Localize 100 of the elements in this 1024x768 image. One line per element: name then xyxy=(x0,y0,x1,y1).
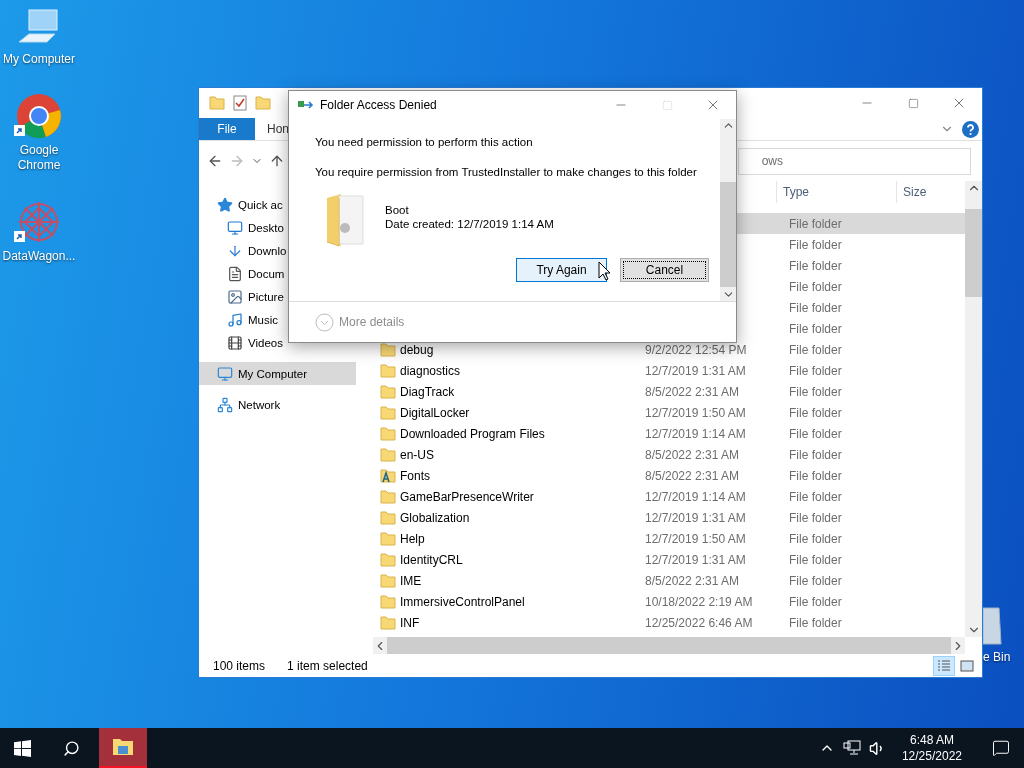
type-cell-text: File folder xyxy=(789,342,843,357)
computer-icon xyxy=(217,365,233,382)
file-row[interactable]: DigitalLocker 12/7/2019 1:50 AM File folder xyxy=(373,402,965,423)
nav-item[interactable]: My Computer xyxy=(199,362,356,385)
forward-arrow-icon xyxy=(229,153,245,169)
nav-item[interactable]: Downlo xyxy=(199,239,356,262)
file-name: Fonts xyxy=(400,468,431,483)
file-row[interactable]: Downloaded Program Files 12/7/2019 1:14 AM File folder xyxy=(373,423,965,444)
file-menu-tab[interactable]: File xyxy=(199,118,255,140)
type-cell-text: File folder xyxy=(789,237,843,252)
details-view-button[interactable] xyxy=(933,655,955,676)
date-cell-text: 8/5/2022 2:31 AM xyxy=(645,573,741,588)
folder-icon xyxy=(380,573,396,588)
maximize-icon xyxy=(661,99,673,111)
file-name: GameBarPresenceWriter xyxy=(400,489,535,504)
dialog-title: Folder Access Denied xyxy=(320,98,437,112)
dialog-detail: You require permission from TrustedInstaller to make changes to this folder xyxy=(315,165,698,179)
folder-icon xyxy=(209,96,225,110)
network-icon xyxy=(217,396,233,413)
nav-item[interactable]: Network xyxy=(199,393,356,416)
folder-icon xyxy=(255,96,271,110)
star-icon xyxy=(217,196,233,213)
more-details-button[interactable]: More details xyxy=(315,312,405,332)
nav-item[interactable]: Deskto xyxy=(199,216,356,239)
file-name: IME xyxy=(400,573,423,588)
folder-icon xyxy=(380,384,396,399)
date-cell-text: 12/7/2019 1:14 AM xyxy=(645,426,747,441)
selection-count: 1 item selected xyxy=(287,658,368,673)
folder-move-icon xyxy=(298,99,314,111)
type-cell-text: File folder xyxy=(789,573,843,588)
file-row[interactable]: en-US 8/5/2022 2:31 AM File folder xyxy=(373,444,965,465)
file-name: DigitalLocker xyxy=(400,405,471,420)
clock[interactable]: 6:48 AM 12/25/2022 xyxy=(893,732,970,764)
date-cell-text: 12/7/2019 1:14 AM xyxy=(645,489,747,504)
nav-item[interactable]: Picture xyxy=(199,285,356,308)
file-name: IdentityCRL xyxy=(400,552,464,567)
type-cell-text: File folder xyxy=(789,384,843,399)
search-field[interactable]: ows xyxy=(738,147,971,175)
cancel-button[interactable]: Cancel xyxy=(620,258,709,282)
file-row[interactable]: diagnostics 12/7/2019 1:31 AM File folder xyxy=(373,360,965,381)
column-header[interactable]: Size xyxy=(896,181,956,203)
search-icon xyxy=(63,739,80,757)
date-cell-text: 12/7/2019 1:50 AM xyxy=(645,531,747,546)
file-name: debug xyxy=(400,342,435,357)
network-icon[interactable] xyxy=(842,740,861,756)
up-button[interactable] xyxy=(269,153,285,169)
try-again-button[interactable]: Try Again xyxy=(516,258,607,282)
speech-bubble-icon xyxy=(992,739,1010,757)
nav-item[interactable]: Videos xyxy=(199,331,356,354)
file-row[interactable]: GameBarPresenceWriter 12/7/2019 1:14 AM File folder xyxy=(373,486,965,507)
folder-icon xyxy=(112,738,134,756)
nav-item[interactable]: Quick ac xyxy=(199,193,356,216)
dialog-message: You need permission to perform this action xyxy=(315,135,534,149)
file-row[interactable]: INF 12/25/2022 6:46 AM File folder xyxy=(373,612,965,633)
folder-icon xyxy=(380,615,396,630)
date-cell-text: 8/5/2022 2:31 AM xyxy=(645,447,741,462)
folder-icon xyxy=(380,489,396,504)
folder-icon xyxy=(380,363,396,378)
file-row[interactable]: Fonts 8/5/2022 2:31 AM File folder xyxy=(373,465,965,486)
folder-icon xyxy=(380,594,396,609)
file-row[interactable]: IdentityCRL 12/7/2019 1:31 AM File folder xyxy=(373,549,965,570)
item-name: Boot xyxy=(385,203,410,217)
file-name: DiagTrack xyxy=(400,384,456,399)
date-cell-text: 10/18/2022 2:19 AM xyxy=(645,594,754,609)
folder-icon xyxy=(380,510,396,525)
type-cell-text: File folder xyxy=(789,216,843,231)
file-row[interactable]: debug 9/2/2022 12:54 PM File folder xyxy=(373,339,965,360)
date-cell-text: 12/7/2019 1:31 AM xyxy=(645,363,747,378)
file-row[interactable]: DiagTrack 8/5/2022 2:31 AM File folder xyxy=(373,381,965,402)
date-cell-text: 8/5/2022 2:31 AM xyxy=(645,384,741,399)
file-row[interactable]: Globalization 12/7/2019 1:31 AM File folder xyxy=(373,507,965,528)
details-list-icon xyxy=(937,659,951,672)
column-header[interactable]: Type xyxy=(776,181,896,203)
vertical-scrollbar-thumb[interactable] xyxy=(965,209,982,297)
ribbon-tab[interactable]: Hon xyxy=(255,118,301,140)
chrome-logo-icon xyxy=(16,93,62,139)
type-cell-text: File folder xyxy=(789,552,843,567)
type-cell-text: File folder xyxy=(789,426,843,441)
horizontal-scrollbar-thumb[interactable] xyxy=(387,637,951,654)
type-cell-text: File folder xyxy=(789,531,843,546)
circled-chevron-icon xyxy=(315,312,334,332)
film-icon xyxy=(227,334,243,351)
help-icon[interactable] xyxy=(962,120,979,138)
date-cell-text: 8/5/2022 2:31 AM xyxy=(645,468,741,483)
properties-icon xyxy=(233,95,247,111)
file-row[interactable]: IME 8/5/2022 2:31 AM File folder xyxy=(373,570,965,591)
file-row[interactable]: Help 12/7/2019 1:50 AM File folder xyxy=(373,528,965,549)
document-icon xyxy=(227,265,243,282)
file-explorer-taskbar-button[interactable] xyxy=(99,728,147,768)
vertical-scrollbar-thumb[interactable] xyxy=(720,182,736,287)
date-cell-text: 12/7/2019 1:31 AM xyxy=(645,552,747,567)
folder-icon xyxy=(380,447,396,462)
nav-item[interactable]: Docum xyxy=(199,262,356,285)
file-name: Globalization xyxy=(400,510,471,525)
windows-logo-icon xyxy=(13,739,31,757)
file-name: en-US xyxy=(400,447,435,462)
back-button[interactable] xyxy=(207,153,223,169)
folder-icon xyxy=(325,192,367,248)
desktop-icon-label[interactable]: e Bin xyxy=(983,650,1011,665)
file-row[interactable]: ImmersiveControlPanel 10/18/2022 2:19 AM File folder xyxy=(373,591,965,612)
